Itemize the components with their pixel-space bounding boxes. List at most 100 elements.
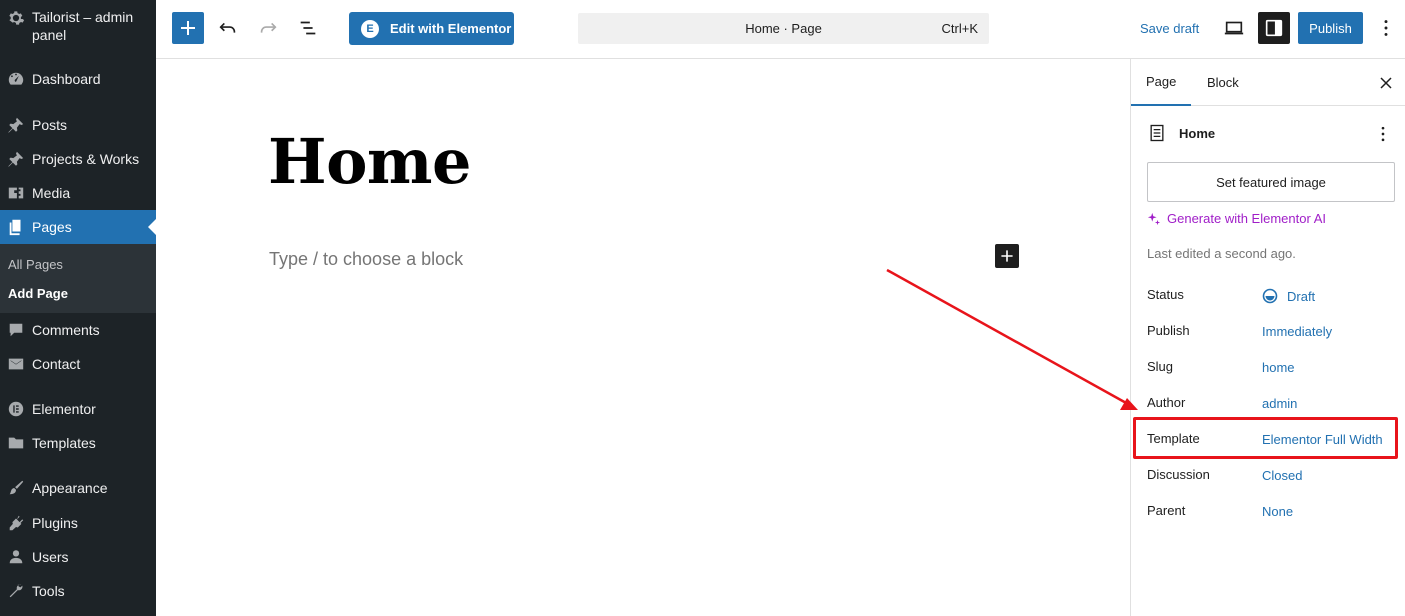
edit-with-elementor-label: Edit with Elementor xyxy=(390,21,512,36)
gear-icon xyxy=(5,8,27,28)
add-block-button[interactable] xyxy=(995,244,1019,268)
sidebar-label: Templates xyxy=(32,435,96,451)
sidebar-label: Appearance xyxy=(32,480,108,496)
publish-row: Publish Immediately xyxy=(1147,323,1395,343)
folder-icon xyxy=(5,433,27,453)
panel-tabs: Page Block xyxy=(1131,59,1405,106)
row-label: Slug xyxy=(1147,359,1174,374)
list-view-icon xyxy=(300,21,316,35)
submenu-all-pages[interactable]: All Pages xyxy=(8,257,63,272)
row-value: Draft xyxy=(1287,288,1316,304)
sidebar-item-templates[interactable]: Templates xyxy=(0,426,156,460)
media-icon xyxy=(5,183,27,203)
mail-icon xyxy=(5,354,27,374)
row-label: Author xyxy=(1147,395,1186,410)
sidebar-item-contact[interactable]: Contact xyxy=(0,347,156,381)
elementor-logo-icon: E xyxy=(361,19,379,38)
pin-icon xyxy=(5,149,27,169)
redo-icon xyxy=(260,22,277,33)
sidebar-site-name[interactable]: Tailorist – admin panel xyxy=(0,8,156,44)
redo-button[interactable] xyxy=(254,14,282,42)
document-overview-button[interactable] xyxy=(294,14,322,42)
plug-icon xyxy=(5,513,27,533)
sidebar-item-appearance[interactable]: Appearance xyxy=(0,471,156,505)
sidebar-label: Tools xyxy=(32,583,65,599)
brush-icon xyxy=(5,478,27,498)
editor-canvas: Home Type / to choose a block xyxy=(156,59,1130,616)
command-palette-bar[interactable]: Home · Page Ctrl+K xyxy=(578,13,989,44)
site-name-label: Tailorist – admin panel xyxy=(32,9,134,43)
slug-row: Slug home xyxy=(1147,359,1395,379)
sidebar-label: Contact xyxy=(32,356,81,372)
row-label: Status xyxy=(1147,287,1184,302)
template-highlight-box xyxy=(1133,417,1398,459)
page-title[interactable]: Home xyxy=(268,125,471,198)
edit-with-elementor-button[interactable]: E Edit with Elementor xyxy=(349,12,514,45)
sidebar-label: Media xyxy=(32,185,71,201)
sidebar-item-media[interactable]: Media xyxy=(0,176,156,210)
submenu-add-page[interactable]: Add Page xyxy=(8,286,68,301)
dashboard-icon xyxy=(5,69,27,89)
block-placeholder[interactable]: Type / to choose a block xyxy=(269,249,463,270)
elementor-icon xyxy=(5,399,27,419)
slug-value[interactable]: home xyxy=(1262,360,1295,375)
last-edited-text: Last edited a second ago. xyxy=(1147,246,1296,261)
publish-button[interactable]: Publish xyxy=(1298,12,1363,44)
set-featured-image-button[interactable]: Set featured image xyxy=(1147,162,1395,202)
pages-submenu: All Pages Add Page xyxy=(0,244,156,313)
status-value[interactable]: Draft xyxy=(1262,288,1315,304)
sidebar-item-elementor[interactable]: Elementor xyxy=(0,392,156,426)
sidebar-panel-icon xyxy=(1265,19,1283,37)
undo-button[interactable] xyxy=(214,14,242,42)
sidebar-label: Dashboard xyxy=(32,71,101,87)
document-title-label: Home · Page xyxy=(745,21,822,36)
document-summary: Home xyxy=(1147,123,1215,143)
comments-icon xyxy=(5,320,27,340)
block-inserter-button[interactable] xyxy=(172,12,204,44)
save-draft-button[interactable]: Save draft xyxy=(1140,21,1199,36)
wrench-icon xyxy=(5,581,27,601)
sidebar-item-posts[interactable]: Posts xyxy=(0,108,156,142)
sidebar-label: Posts xyxy=(32,117,68,133)
shortcut-hint: Ctrl+K xyxy=(941,21,978,36)
preview-button[interactable] xyxy=(1221,15,1247,41)
pin-icon xyxy=(5,115,27,135)
close-panel-button[interactable] xyxy=(1374,71,1398,95)
parent-value[interactable]: None xyxy=(1262,504,1293,519)
settings-toggle-button[interactable] xyxy=(1258,12,1290,44)
desktop-icon xyxy=(1224,21,1244,35)
more-vertical-icon xyxy=(1384,20,1388,36)
plus-icon xyxy=(1001,250,1013,262)
sidebar-item-plugins[interactable]: Plugins xyxy=(0,506,156,540)
sidebar-item-pages[interactable]: Pages xyxy=(0,210,156,244)
status-row: Status Draft xyxy=(1147,287,1395,307)
sidebar-label: Users xyxy=(32,549,69,565)
discussion-value[interactable]: Closed xyxy=(1262,468,1302,483)
undo-icon xyxy=(219,22,236,33)
options-menu-button[interactable] xyxy=(1374,14,1398,42)
sidebar-item-projects[interactable]: Projects & Works xyxy=(0,142,156,176)
row-label: Parent xyxy=(1147,503,1186,518)
tab-block[interactable]: Block xyxy=(1207,59,1239,106)
row-label: Discussion xyxy=(1147,467,1210,482)
sidebar-label: Projects & Works xyxy=(32,151,140,167)
sidebar-label: Plugins xyxy=(32,515,78,531)
discussion-row: Discussion Closed xyxy=(1147,467,1395,487)
document-actions-button[interactable] xyxy=(1371,122,1395,146)
plus-icon xyxy=(181,21,195,35)
generate-ai-label: Generate with Elementor AI xyxy=(1167,211,1326,226)
tab-page[interactable]: Page xyxy=(1131,59,1192,106)
sidebar-item-users[interactable]: Users xyxy=(0,540,156,574)
row-label: Publish xyxy=(1147,323,1190,338)
author-value[interactable]: admin xyxy=(1262,396,1297,411)
settings-sidebar: Page Block Home Set featured image Gener… xyxy=(1130,59,1405,616)
document-title: Home xyxy=(1179,125,1216,141)
sidebar-item-comments[interactable]: Comments xyxy=(0,313,156,347)
parent-row: Parent None xyxy=(1147,503,1395,523)
close-icon xyxy=(1380,77,1392,89)
generate-elementor-ai-link[interactable]: Generate with Elementor AI xyxy=(1147,211,1326,226)
more-vertical-icon xyxy=(1381,126,1385,142)
sidebar-item-tools[interactable]: Tools xyxy=(0,574,156,608)
sidebar-item-dashboard[interactable]: Dashboard xyxy=(0,62,156,96)
publish-value[interactable]: Immediately xyxy=(1262,324,1332,339)
